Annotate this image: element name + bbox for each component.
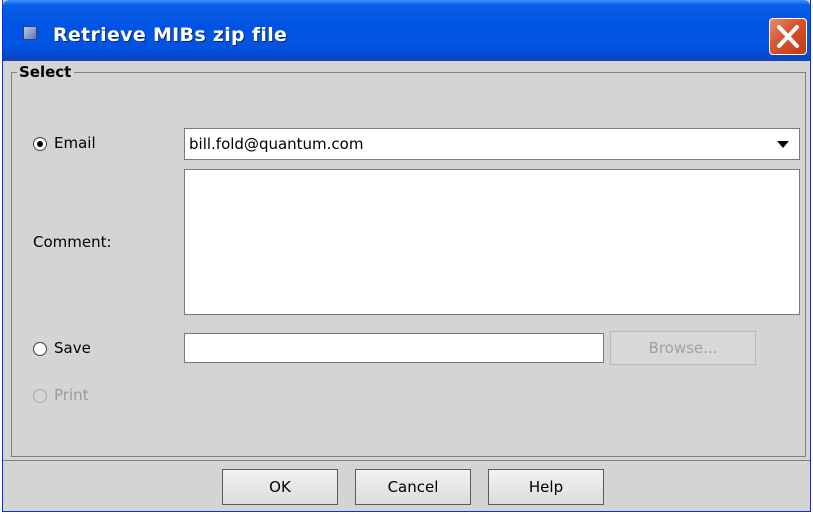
cancel-button[interactable]: Cancel	[355, 469, 471, 505]
print-radio[interactable]	[33, 389, 47, 403]
save-radio[interactable]	[33, 342, 47, 356]
email-combobox[interactable]: bill.fold@quantum.com	[184, 128, 800, 160]
ok-button[interactable]: OK	[222, 469, 338, 505]
email-radio[interactable]	[33, 137, 47, 151]
help-button[interactable]: Help	[488, 469, 604, 505]
title-bar[interactable]: Retrieve MIBs zip file	[3, 0, 810, 61]
save-path-input[interactable]	[184, 333, 604, 363]
app-window-icon	[23, 26, 37, 40]
dialog-window: Retrieve MIBs zip file Select Email bill…	[2, 0, 811, 512]
email-label: Email	[54, 134, 96, 152]
print-label: Print	[54, 386, 89, 404]
close-button[interactable]	[769, 18, 807, 55]
button-separator	[3, 460, 810, 461]
window-title: Retrieve MIBs zip file	[53, 24, 288, 46]
comment-textarea[interactable]	[184, 169, 800, 315]
email-value: bill.fold@quantum.com	[189, 135, 364, 153]
browse-button[interactable]: Browse...	[610, 331, 756, 365]
chevron-down-icon[interactable]	[765, 129, 799, 159]
select-group-label: Select	[17, 62, 75, 82]
save-label: Save	[54, 339, 91, 357]
close-icon	[777, 25, 799, 48]
comment-label: Comment:	[33, 233, 112, 251]
